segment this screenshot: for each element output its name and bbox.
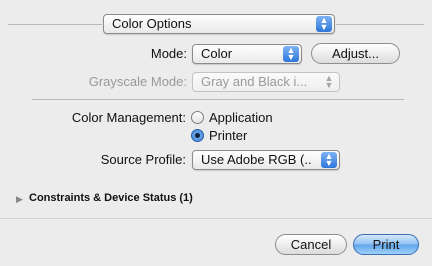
mode-label: Mode: — [150, 46, 187, 61]
grayscale-mode-value: Gray and Black i... — [201, 74, 308, 89]
section-separator — [32, 99, 404, 100]
mode-value: Color — [201, 46, 233, 61]
header-line-left — [8, 24, 102, 25]
updown-arrow-icon: ▲ ▼ — [283, 46, 299, 62]
adjust-button[interactable]: Adjust... — [311, 43, 400, 64]
constraints-disclosure-label[interactable]: Constraints & Device Status (1) — [29, 192, 193, 204]
radio-application[interactable] — [191, 111, 204, 124]
source-profile-label: Source Profile: — [100, 152, 186, 167]
radio-application-label[interactable]: Application — [209, 110, 273, 125]
cancel-button[interactable]: Cancel — [275, 234, 347, 255]
panel-select-value: Color Options — [112, 16, 192, 31]
source-profile-value: Use Adobe RGB (... — [201, 152, 311, 167]
print-button[interactable]: Print — [353, 234, 419, 255]
color-management-label: Color Management: — [71, 110, 186, 125]
disclosure-triangle-icon[interactable]: ▶ — [16, 194, 23, 205]
grayscale-mode-popup: Gray and Black i... ▲ ▼ — [192, 72, 340, 92]
updown-arrow-icon: ▲ ▼ — [324, 73, 334, 90]
updown-arrow-icon: ▲ ▼ — [321, 152, 337, 168]
panel-select-popup[interactable]: Color Options ▲ ▼ — [103, 14, 335, 34]
radio-printer[interactable] — [191, 129, 204, 142]
mode-popup[interactable]: Color ▲ ▼ — [192, 44, 302, 64]
updown-arrow-icon: ▲ ▼ — [316, 16, 332, 32]
radio-printer-label[interactable]: Printer — [209, 128, 247, 143]
source-profile-popup[interactable]: Use Adobe RGB (... ▲ ▼ — [192, 150, 340, 170]
grayscale-mode-label: Grayscale Mode: — [88, 74, 187, 89]
footer-separator — [0, 218, 432, 219]
header-line-right — [336, 24, 424, 25]
